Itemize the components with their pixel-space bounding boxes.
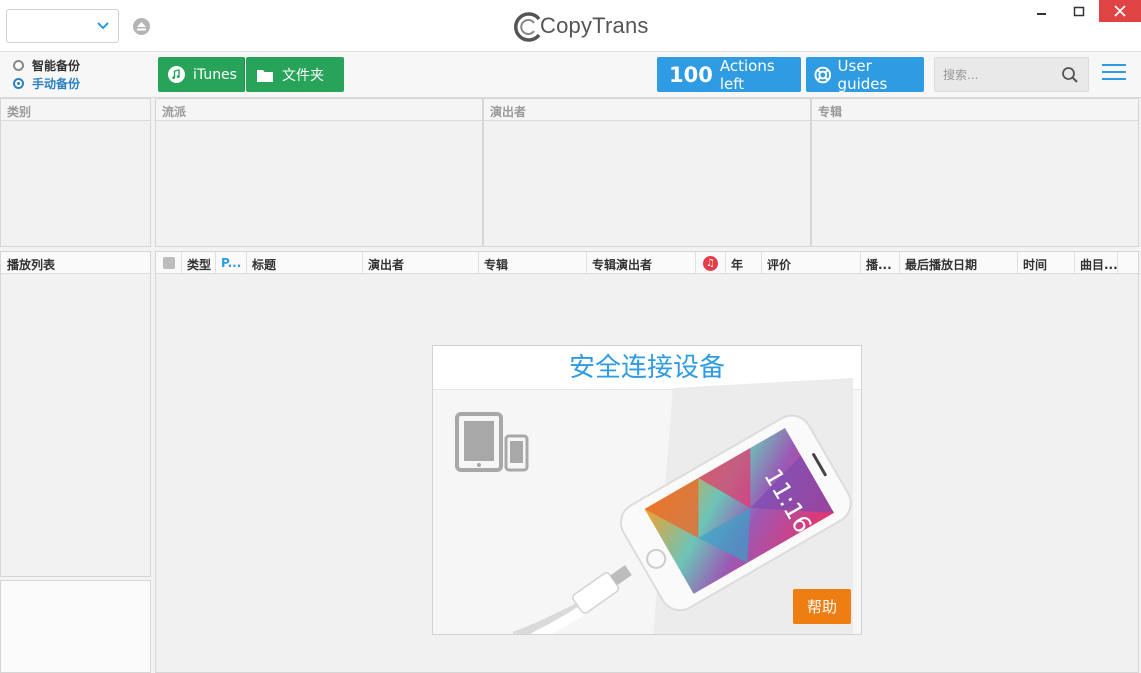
album-art-pane <box>0 580 151 673</box>
playlist-pane[interactable]: 播放列表 <box>0 251 151 577</box>
maximize-button[interactable] <box>1062 0 1095 22</box>
user-guides-button[interactable]: User guides <box>806 56 924 93</box>
column-last-played[interactable]: 最后播放日期 <box>900 252 1018 274</box>
music-note-icon <box>168 66 185 83</box>
close-icon <box>1114 5 1126 17</box>
hamburger-menu-button[interactable] <box>1102 64 1126 84</box>
playlist-header: 播放列表 <box>1 252 150 274</box>
album-header: 专辑 <box>812 99 1138 121</box>
eject-icon <box>137 22 146 31</box>
column-time[interactable]: 时间 <box>1018 252 1075 274</box>
actions-left-button[interactable]: 100 Actions left <box>657 56 801 93</box>
column-track[interactable]: 曲目... <box>1075 252 1118 274</box>
radio-circle <box>13 59 24 71</box>
music-note-icon: ♫ <box>703 255 718 271</box>
album-pane[interactable]: 专辑 <box>811 98 1139 247</box>
column-album[interactable]: 专辑 <box>479 252 587 274</box>
itunes-button[interactable]: iTunes <box>158 57 245 92</box>
radio-circle-selected <box>13 77 24 89</box>
help-button[interactable]: 帮助 <box>793 589 851 624</box>
column-year[interactable]: 年 <box>726 252 762 274</box>
smart-backup-label: 智能备份 <box>32 58 81 73</box>
genre-header: 流派 <box>156 99 482 121</box>
column-artist[interactable]: 演出者 <box>363 252 479 274</box>
user-guides-label: User guides <box>837 56 888 93</box>
connect-device-card: 安全连接设备 11:16 帮助 <box>432 345 862 635</box>
select-all-checkbox[interactable] <box>156 252 182 274</box>
device-dropdown[interactable] <box>6 9 119 43</box>
checkbox-icon <box>162 257 175 269</box>
column-plays[interactable]: 播... <box>861 252 900 274</box>
column-rating[interactable]: 评价 <box>762 252 861 274</box>
maximize-icon <box>1073 6 1085 17</box>
minimize-button[interactable] <box>1025 0 1058 22</box>
column-title[interactable]: 标题 <box>247 252 363 274</box>
column-p[interactable]: P... <box>216 252 247 274</box>
folder-label: 文件夹 <box>282 67 324 84</box>
eject-button[interactable] <box>133 18 150 35</box>
tablet-icon <box>455 412 503 472</box>
category-header: 类别 <box>1 99 150 121</box>
column-album-artist[interactable]: 专辑演出者 <box>587 252 696 274</box>
folder-icon <box>257 69 273 82</box>
itunes-label: iTunes <box>193 66 237 83</box>
chevron-down-icon <box>97 22 109 30</box>
genre-pane[interactable]: 流派 <box>155 98 483 247</box>
category-pane[interactable]: 类别 <box>0 98 151 247</box>
column-type[interactable]: 类型 <box>182 252 216 274</box>
search-input[interactable] <box>943 66 1058 84</box>
manual-backup-label: 手动备份 <box>32 76 81 91</box>
manual-backup-radio[interactable]: 手动备份 <box>13 75 80 91</box>
hamburger-icon <box>1102 64 1126 80</box>
logo-text: CopyTrans <box>540 13 649 38</box>
artist-pane[interactable]: 演出者 <box>483 98 811 247</box>
artist-header: 演出者 <box>484 99 810 121</box>
search-box <box>934 57 1089 92</box>
search-icon[interactable] <box>1061 66 1079 84</box>
folder-button[interactable]: 文件夹 <box>246 57 344 92</box>
app-logo: CopyTrans <box>512 8 648 46</box>
track-table-header: 类型 P... 标题 演出者 专辑 专辑演出者 ♫ 年 评价 播... 最后播放… <box>156 252 1138 274</box>
close-button[interactable] <box>1099 0 1141 22</box>
column-itunes[interactable]: ♫ <box>696 252 726 274</box>
actions-label: Actions left <box>719 56 775 93</box>
smart-backup-radio[interactable]: 智能备份 <box>13 57 80 73</box>
actions-count: 100 <box>669 62 713 87</box>
minimize-icon <box>1037 13 1046 15</box>
lifebuoy-icon <box>814 66 832 83</box>
